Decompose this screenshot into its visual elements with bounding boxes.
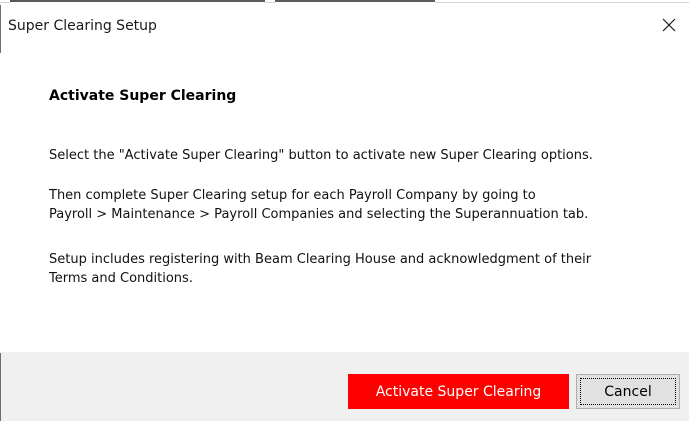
instruction-line: Select the "Activate Super Clearing" but… <box>49 148 593 163</box>
instruction-paragraph-2: Then complete Super Clearing setup for e… <box>49 186 588 224</box>
dialog-footer: Activate Super Clearing Cancel <box>1 352 689 421</box>
window-title: Super Clearing Setup <box>8 18 157 34</box>
cancel-button[interactable]: Cancel <box>576 374 680 409</box>
cancel-button-label: Cancel <box>604 383 652 400</box>
activate-button-label: Activate Super Clearing <box>375 383 542 400</box>
instruction-paragraph-3: Setup includes registering with Beam Cle… <box>49 250 591 288</box>
instruction-paragraph-1: Select the "Activate Super Clearing" but… <box>49 146 593 165</box>
instruction-line: Terms and Conditions. <box>49 271 193 286</box>
dialog-content: Activate Super Clearing Select the "Acti… <box>1 45 689 352</box>
instruction-line: Then complete Super Clearing setup for e… <box>49 188 536 203</box>
title-bar[interactable]: Super Clearing Setup <box>1 5 689 45</box>
close-icon <box>662 18 676 32</box>
instruction-line: Setup includes registering with Beam Cle… <box>49 252 592 267</box>
close-button[interactable] <box>649 5 689 45</box>
activate-super-clearing-button[interactable]: Activate Super Clearing <box>348 374 569 409</box>
instruction-line: Payroll > Maintenance > Payroll Companie… <box>49 207 589 222</box>
page-title: Activate Super Clearing <box>49 88 237 104</box>
super-clearing-setup-dialog: Super Clearing Setup Activate Super Clea… <box>0 0 689 421</box>
